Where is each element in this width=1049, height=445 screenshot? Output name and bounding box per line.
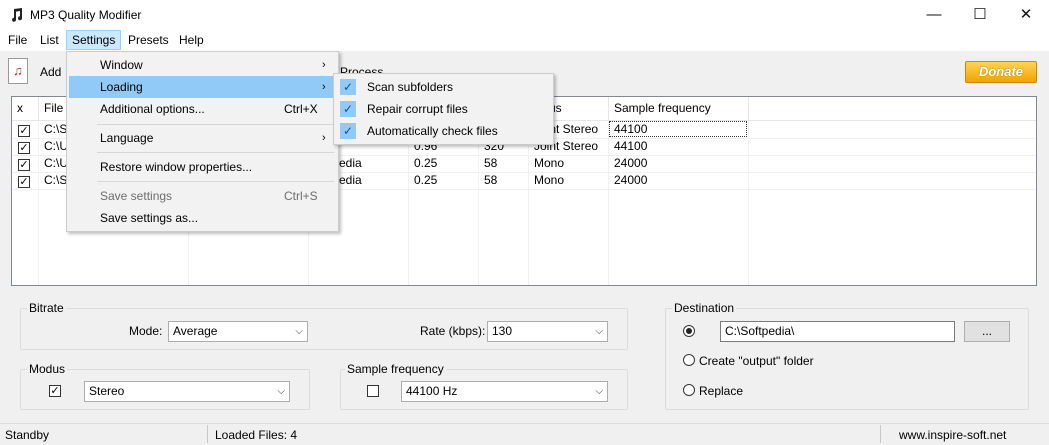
modus-dropdown[interactable]: Stereo ⌵: [84, 381, 290, 402]
chevron-down-icon: ⌵: [295, 326, 303, 337]
chevron-right-icon: ›: [322, 59, 326, 71]
menu-item-automatically-check-files[interactable]: ✓ Automatically check files: [336, 120, 551, 142]
loading-submenu: ✓ Scan subfolders ✓ Repair corrupt files…: [333, 73, 554, 145]
menu-help[interactable]: Help: [174, 30, 209, 50]
menu-file[interactable]: File: [3, 30, 32, 50]
modus-checkbox[interactable]: ✓: [49, 385, 61, 397]
check-icon: ✓: [340, 123, 356, 139]
sample-frequency-legend: Sample frequency: [345, 362, 446, 376]
status-separator: [207, 425, 208, 443]
menu-item-save-settings-as[interactable]: Save settings as...: [69, 207, 336, 229]
menu-item-loading[interactable]: Loading ›: [69, 76, 336, 98]
menu-bar: File List Settings Presets Help: [0, 30, 1049, 51]
row-file: C:\S: [44, 122, 68, 136]
menu-separator: [97, 124, 334, 125]
window-title: MP3 Quality Modifier: [30, 8, 142, 22]
row-modus: Mono: [534, 156, 565, 170]
mode-label: Mode:: [129, 324, 163, 338]
status-loaded-files: Loaded Files: 4: [215, 428, 298, 442]
mode-dropdown[interactable]: Average ⌵: [168, 321, 308, 342]
status-bar: [0, 423, 1049, 445]
focus-rectangle: [609, 121, 747, 137]
shortcut-text: Ctrl+S: [284, 189, 318, 203]
rate-dropdown[interactable]: 130 ⌵: [487, 321, 608, 342]
destination-legend: Destination: [672, 301, 737, 315]
row-modus: Mono: [534, 173, 565, 187]
menu-item-repair-corrupt-files[interactable]: ✓ Repair corrupt files: [336, 98, 551, 120]
menu-settings[interactable]: Settings: [66, 30, 122, 50]
row-bitrate: 58: [484, 173, 498, 187]
settings-menu: Window › Loading › Additional options...…: [66, 51, 339, 232]
menu-item-save-settings: Save settings Ctrl+S: [69, 185, 336, 207]
mode-value: Average: [173, 324, 218, 338]
chevron-right-icon: ›: [322, 132, 326, 144]
status-state: Standby: [5, 428, 50, 442]
row-checkbox[interactable]: ✓: [18, 159, 30, 171]
bitrate-legend: Bitrate: [27, 301, 66, 315]
donate-button[interactable]: Donate: [965, 61, 1037, 83]
status-url[interactable]: www.inspire-soft.net: [899, 428, 1006, 442]
destination-path-input[interactable]: C:\Softpedia\: [720, 321, 955, 342]
chevron-down-icon: ⌵: [595, 326, 603, 337]
chevron-down-icon: ⌵: [595, 386, 603, 397]
create-output-folder-label[interactable]: Create "output" folder: [699, 354, 814, 368]
replace-label[interactable]: Replace: [699, 384, 743, 398]
modus-value: Stereo: [89, 384, 125, 398]
menu-item-additional-options[interactable]: Additional options... Ctrl+X: [69, 98, 336, 120]
create-output-folder-radio[interactable]: [683, 354, 695, 366]
menu-separator: [97, 152, 334, 153]
column-header-x[interactable]: x: [12, 97, 39, 120]
chevron-right-icon: ›: [322, 81, 326, 93]
row-checkbox[interactable]: ✓: [18, 125, 30, 137]
row-frequency: 24000: [614, 173, 648, 187]
add-button-label[interactable]: Add: [40, 65, 61, 79]
check-icon: ✓: [340, 79, 356, 95]
replace-radio[interactable]: [683, 384, 695, 396]
menu-item-restore-window-properties[interactable]: Restore window properties...: [69, 156, 336, 178]
row-frequency: 24000: [614, 156, 648, 170]
row-file: C:\S: [44, 173, 68, 187]
browse-button[interactable]: ...: [964, 321, 1010, 342]
shortcut-text: Ctrl+X: [284, 102, 318, 116]
row-checkbox[interactable]: ✓: [18, 176, 30, 188]
row-size: 0.25: [414, 173, 438, 187]
menu-list[interactable]: List: [35, 30, 64, 50]
close-button[interactable]: ✕: [1003, 0, 1049, 30]
row-frequency: 44100: [614, 139, 648, 153]
row-file: C:\U: [44, 139, 68, 153]
destination-path-radio[interactable]: [683, 325, 695, 337]
menu-presets[interactable]: Presets: [123, 30, 174, 50]
row-file: C:\U: [44, 156, 68, 170]
rate-label: Rate (kbps):: [420, 324, 486, 338]
maximize-button[interactable]: ☐: [957, 0, 1003, 30]
row-bitrate: 58: [484, 156, 498, 170]
chevron-down-icon: ⌵: [277, 386, 285, 397]
title-bar: [0, 0, 1049, 30]
menu-item-scan-subfolders[interactable]: ✓ Scan subfolders: [336, 76, 551, 98]
menu-separator: [97, 181, 334, 182]
rate-value: 130: [492, 324, 513, 338]
sample-frequency-dropdown[interactable]: 44100 Hz ⌵: [401, 381, 608, 402]
row-size: 0.25: [414, 156, 438, 170]
modus-legend: Modus: [27, 362, 68, 376]
add-file-icon[interactable]: ♫: [8, 58, 28, 84]
music-note-icon: [9, 7, 25, 23]
menu-item-window[interactable]: Window ›: [69, 54, 336, 76]
column-header-sample-frequency[interactable]: Sample frequency: [609, 97, 749, 120]
sample-frequency-value: 44100 Hz: [406, 384, 458, 398]
row-path: edia: [339, 173, 362, 187]
sample-frequency-checkbox[interactable]: [367, 385, 379, 397]
check-icon: ✓: [340, 101, 356, 117]
status-separator: [880, 425, 881, 443]
row-path: edia: [339, 156, 362, 170]
menu-item-language[interactable]: Language ›: [69, 127, 336, 149]
minimize-button[interactable]: —: [911, 0, 957, 30]
row-checkbox[interactable]: ✓: [18, 142, 30, 154]
